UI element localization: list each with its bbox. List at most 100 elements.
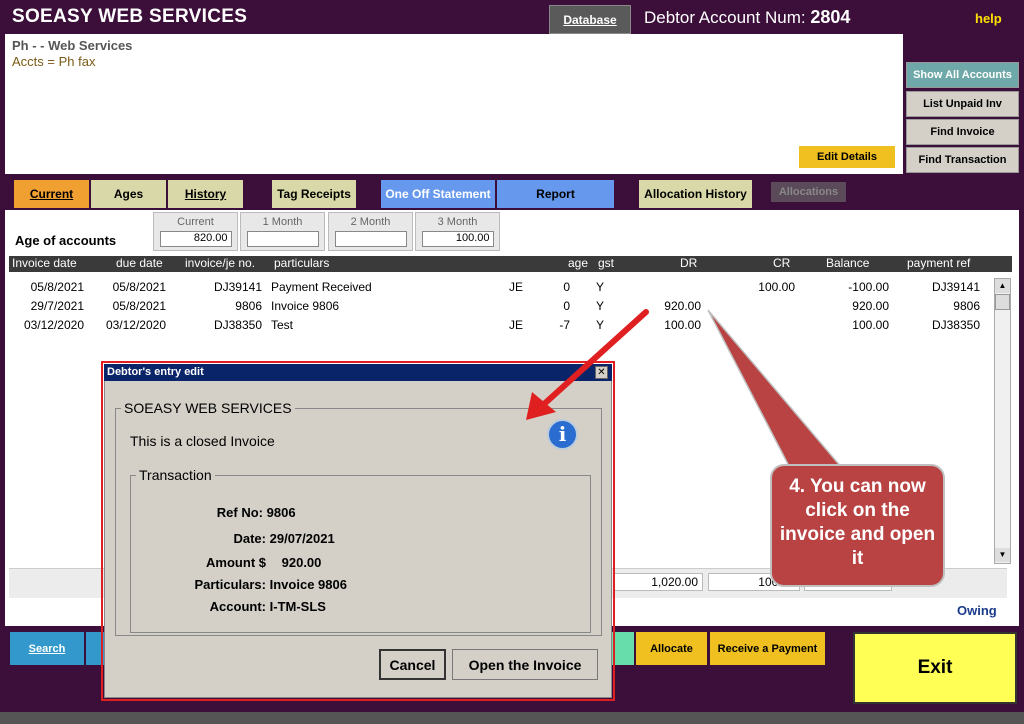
amount-label: Amount $ <box>206 555 266 570</box>
total-dr: 1,020.00 <box>614 573 703 591</box>
allocate-button[interactable]: Allocate <box>636 632 707 665</box>
particulars-row: Particulars: Invoice 9806 <box>180 577 347 592</box>
col-invoice-date[interactable]: Invoice date <box>12 256 77 270</box>
cell-gst: Y <box>596 318 605 332</box>
age-current-title: Current <box>177 216 214 228</box>
age-2-month-value <box>334 231 407 247</box>
tab-history[interactable]: History <box>168 180 243 208</box>
cell-ref: 9806 <box>235 299 262 313</box>
cell-age: 0 <box>563 299 570 313</box>
table-scrollbar[interactable] <box>994 278 1011 564</box>
show-all-accounts-button[interactable]: Show All Accounts <box>906 62 1019 88</box>
debtor-account-label: Debtor Account Num: 2804 <box>644 7 850 28</box>
col-balance[interactable]: Balance <box>826 256 869 270</box>
account-label: Account: <box>209 599 266 614</box>
open-invoice-button[interactable]: Open the Invoice <box>452 649 598 680</box>
cell-ref: DJ39141 <box>213 280 262 294</box>
cell-payment-ref: 9806 <box>953 299 980 313</box>
date-value: 29/07/2021 <box>269 531 335 546</box>
age-3-month-value: 100.00 <box>421 231 494 247</box>
cell-gst: Y <box>596 280 605 294</box>
age-2-month-title: 2 Month <box>350 216 391 228</box>
age-2-month-box: 2 Month <box>328 212 413 251</box>
find-transaction-button[interactable]: Find Transaction <box>906 147 1019 173</box>
close-icon[interactable]: ✕ <box>595 366 608 379</box>
cell-age: -7 <box>559 318 570 332</box>
instruction-callout: 4. You can now click on the invoice and … <box>770 464 945 587</box>
database-button[interactable]: Database <box>549 5 631 34</box>
amount-row: Amount $ 920.00 <box>196 555 321 570</box>
age-1-month-title: 1 Month <box>262 216 303 228</box>
transactions-table-header: Invoice date due date invoice/je no. par… <box>9 256 1012 272</box>
cell-balance: 920.00 <box>852 299 889 313</box>
account-row: Account: I-TM-SLS <box>180 599 326 614</box>
cell-particulars: Test <box>271 318 294 332</box>
col-ref[interactable]: invoice/je no. <box>185 256 255 270</box>
col-particulars[interactable]: particulars <box>274 256 329 270</box>
amount-value: 920.00 <box>281 555 322 570</box>
tab-allocations: Allocations <box>771 182 846 202</box>
ref-no-label: Ref No: <box>216 505 263 520</box>
table-row[interactable]: 03/12/2020 03/12/2020 DJ38350 Test JE -7… <box>9 318 994 337</box>
help-link[interactable]: help <box>975 11 1002 26</box>
cell-dr: 100.00 <box>664 318 701 332</box>
cell-age: 0 <box>563 280 570 294</box>
list-unpaid-inv-button[interactable]: List Unpaid Inv <box>906 91 1019 117</box>
info-icon: i <box>547 419 578 450</box>
col-dr[interactable]: DR <box>680 256 697 270</box>
table-row[interactable]: 05/8/2021 05/8/2021 DJ39141 Payment Rece… <box>9 280 994 299</box>
age-current-box: Current 820.00 <box>153 212 238 251</box>
right-frame <box>1019 34 1024 724</box>
debtor-account-number: 2804 <box>810 7 851 27</box>
cell-particulars: Payment Received <box>271 280 372 294</box>
cell-balance: -100.00 <box>848 280 889 294</box>
dialog-title: Debtor's entry edit <box>104 364 612 381</box>
cancel-button[interactable]: Cancel <box>379 649 446 680</box>
ref-no-row: Ref No: 9806 <box>196 505 296 520</box>
account-contact-line: Accts = Ph fax <box>12 54 96 69</box>
cell-payment-ref: DJ38350 <box>931 318 980 332</box>
account-name-line: Ph - - Web Services <box>12 38 133 53</box>
col-payment-ref[interactable]: payment ref <box>907 256 970 270</box>
tab-tag-receipts[interactable]: Tag Receipts <box>272 180 356 208</box>
cell-type: JE <box>509 280 524 294</box>
footer-bar <box>0 712 1024 724</box>
col-gst[interactable]: gst <box>598 256 614 270</box>
cell-type: JE <box>509 318 524 332</box>
age-1-month-value <box>246 231 319 247</box>
table-row[interactable]: 29/7/2021 05/8/2021 9806 Invoice 9806 0 … <box>9 299 994 318</box>
dialog-company-name: SOEASY WEB SERVICES <box>121 400 295 416</box>
tab-one-off-statement[interactable]: One Off Statement <box>381 180 495 208</box>
exit-button[interactable]: Exit <box>853 632 1017 704</box>
debtor-account-text: Debtor Account Num: <box>644 8 806 27</box>
scroll-thumb[interactable] <box>995 294 1010 310</box>
tab-ages[interactable]: Ages <box>91 180 166 208</box>
cell-invoice-date: 29/7/2021 <box>30 299 84 313</box>
cell-due-date: 05/8/2021 <box>112 280 166 294</box>
col-cr[interactable]: CR <box>773 256 790 270</box>
scroll-down-arrow-icon[interactable]: ▼ <box>995 548 1010 562</box>
ref-no-value: 9806 <box>266 505 296 520</box>
age-1-month-box: 1 Month <box>240 212 325 251</box>
scroll-up-arrow-icon[interactable]: ▲ <box>995 279 1010 293</box>
app-title: SOEASY WEB SERVICES <box>12 6 248 27</box>
transaction-group-label: Transaction <box>136 467 215 483</box>
age-current-value: 820.00 <box>159 231 232 247</box>
age-of-accounts-label: Age of accounts <box>15 233 117 248</box>
col-age[interactable]: age <box>568 256 588 270</box>
tab-allocation-history[interactable]: Allocation History <box>639 180 752 208</box>
tab-report[interactable]: Report <box>497 180 614 208</box>
col-due-date[interactable]: due date <box>116 256 163 270</box>
cell-gst: Y <box>596 299 605 313</box>
cell-particulars: Invoice 9806 <box>271 299 340 313</box>
tab-current[interactable]: Current <box>14 180 89 208</box>
edit-details-button[interactable]: Edit Details <box>799 146 895 168</box>
cell-due-date: 03/12/2020 <box>105 318 166 332</box>
find-invoice-button[interactable]: Find Invoice <box>906 119 1019 145</box>
hidden-green-button[interactable] <box>612 632 634 665</box>
cell-payment-ref: DJ39141 <box>931 280 980 294</box>
cell-invoice-date: 03/12/2020 <box>23 318 84 332</box>
age-3-month-title: 3 Month <box>437 216 478 228</box>
receive-payment-button[interactable]: Receive a Payment <box>710 632 825 665</box>
search-button[interactable]: Search <box>10 632 84 665</box>
